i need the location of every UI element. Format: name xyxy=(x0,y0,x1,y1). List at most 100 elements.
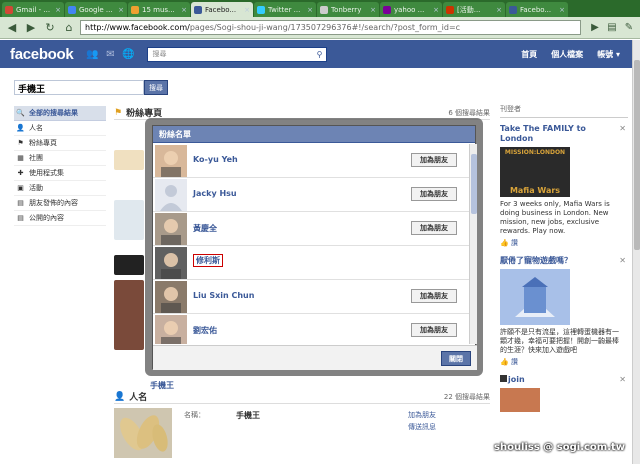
ad2-like[interactable]: 👍 讚 xyxy=(500,357,628,367)
result-send-message-link[interactable]: 傳送訊息 xyxy=(408,422,436,432)
filter-item[interactable]: ▦ 社團 xyxy=(14,151,106,166)
result-name-value[interactable]: 手機王 xyxy=(236,410,260,421)
fan-name[interactable]: Jacky Hsu xyxy=(193,189,237,198)
filter-item-label: 使用程式集 xyxy=(29,169,64,177)
search-query-input[interactable]: 手機王 xyxy=(14,80,144,95)
fan-avatar[interactable] xyxy=(155,213,187,245)
fans-list-panel: 粉絲名單 Ko-yu Yeh 加為朋友 Jacky Hsu 加為朋友 黃慶全 加為朋友 修利… xyxy=(152,125,477,370)
reload-icon[interactable]: ↻ xyxy=(42,20,58,36)
add-friend-button[interactable]: 加為朋友 xyxy=(411,289,457,303)
tab-close-icon[interactable]: × xyxy=(559,6,565,14)
tab-close-icon[interactable]: × xyxy=(496,6,502,14)
close-icon[interactable]: ✕ xyxy=(619,256,626,265)
tab-favicon-icon xyxy=(446,5,454,14)
fan-name[interactable]: 黃慶全 xyxy=(193,223,217,234)
add-friend-button[interactable]: 加為朋友 xyxy=(411,153,457,167)
filter-item-label: 活動 xyxy=(29,184,43,192)
nav-account[interactable]: 帳號 ▾ xyxy=(597,49,620,60)
nav-profile[interactable]: 個人檔案 xyxy=(551,49,583,60)
search-icon[interactable]: ⚲ xyxy=(317,50,323,59)
ad-pet-game: 厭倦了寵物遊戲嗎？ ✕ 許願不是只有流星，這裡轉蛋機器有一顆才幾，幸福可要把握！… xyxy=(500,256,628,367)
ad1-image[interactable]: MISSION:LONDON Mafia Wars xyxy=(500,147,570,197)
fan-row: Liu Sxin Chun 加為朋友 xyxy=(153,280,469,314)
fan-avatar[interactable] xyxy=(155,315,187,344)
page-scrollbar-thumb[interactable] xyxy=(634,60,640,250)
people-icon: 👤 xyxy=(114,391,126,402)
people-result-row: 名稱： 手機王 加為朋友 傳送訊息 xyxy=(114,408,490,458)
ad1-title[interactable]: Take The FAMILY to London xyxy=(500,124,610,144)
search-button[interactable]: 搜尋 xyxy=(144,80,168,95)
browser-tab[interactable]: yahoo ... × xyxy=(380,2,442,17)
ads-header: 刊登者 xyxy=(500,104,628,118)
filter-item[interactable]: ▣ 活動 xyxy=(14,181,106,196)
browser-tab[interactable]: 15 mus... × xyxy=(128,2,190,17)
tab-close-icon[interactable]: × xyxy=(118,6,124,14)
browser-tab[interactable]: Gmail - ... × xyxy=(2,2,64,17)
browser-tab[interactable]: Twitter ... × xyxy=(254,2,316,17)
filter-item-label: 粉絲專頁 xyxy=(29,139,57,147)
browser-tab[interactable]: [活動... × xyxy=(443,2,505,17)
browser-tab[interactable]: Tonberry × xyxy=(317,2,379,17)
filter-item[interactable]: ✚ 使用程式集 xyxy=(14,166,106,181)
tab-close-icon[interactable]: × xyxy=(370,6,376,14)
dialog-scrollbar[interactable] xyxy=(469,144,477,344)
tab-close-icon[interactable]: × xyxy=(55,6,61,14)
filter-item[interactable]: ⚑ 粉絲專頁 xyxy=(14,136,106,151)
facebook-logo[interactable]: facebook xyxy=(10,46,74,63)
filter-item[interactable]: 🔍 全部的搜尋結果 xyxy=(14,106,106,121)
result-add-friend-link[interactable]: 加為朋友 xyxy=(408,410,436,420)
filter-item-icon: ⚑ xyxy=(17,139,24,147)
filter-item-label: 社團 xyxy=(29,154,43,162)
notifications-icon[interactable]: 🌐 xyxy=(121,47,135,61)
add-friend-button[interactable]: 加為朋友 xyxy=(411,187,457,201)
page-icon[interactable]: ▤ xyxy=(605,21,619,35)
add-friend-button[interactable]: 加為朋友 xyxy=(411,323,457,337)
filter-item[interactable]: ▤ 朋友發佈的內容 xyxy=(14,196,106,211)
fan-name[interactable]: Ko-yu Yeh xyxy=(193,155,238,164)
fan-avatar[interactable] xyxy=(155,179,187,211)
ad3-icon xyxy=(500,375,507,382)
ad2-like-label: 讚 xyxy=(510,358,518,366)
add-friend-button[interactable]: 加為朋友 xyxy=(411,221,457,235)
ad3-image[interactable] xyxy=(500,388,540,412)
header-search-placeholder: 搜尋 xyxy=(152,50,167,58)
forward-icon[interactable]: ▶ xyxy=(23,20,39,36)
nav-home[interactable]: 首頁 xyxy=(521,49,537,60)
close-dialog-button[interactable]: 關閉 xyxy=(441,351,471,366)
tab-label: Twitter ... xyxy=(268,5,301,14)
close-icon[interactable]: ✕ xyxy=(619,124,626,133)
url-bar[interactable]: http://www.facebook.com/pages/Sogi-shou-… xyxy=(80,20,581,35)
dialog-scrollbar-thumb[interactable] xyxy=(471,154,477,214)
ad2-image[interactable] xyxy=(500,269,570,325)
fan-avatar[interactable] xyxy=(155,145,187,177)
tab-close-icon[interactable]: × xyxy=(181,6,187,14)
friend-requests-icon[interactable]: 👥 xyxy=(85,47,99,61)
thumbs-up-icon: 👍 xyxy=(500,358,509,366)
fan-avatar[interactable] xyxy=(155,247,187,279)
fan-name[interactable]: 修利斯 xyxy=(193,254,223,267)
wrench-icon[interactable]: ✎ xyxy=(622,21,636,35)
page-scrollbar[interactable] xyxy=(632,40,640,464)
close-icon[interactable]: ✕ xyxy=(619,375,626,384)
browser-tab[interactable]: Facebo... × xyxy=(506,2,568,17)
messages-icon[interactable]: ✉ xyxy=(103,47,117,61)
fan-avatar[interactable] xyxy=(155,281,187,313)
filter-item[interactable]: ▤ 公開的內容 xyxy=(14,211,106,226)
back-icon[interactable]: ◀ xyxy=(4,20,20,36)
fan-row: Jacky Hsu 加為朋友 xyxy=(153,178,469,212)
browser-tab[interactable]: Google ... × xyxy=(65,2,127,17)
tab-close-icon[interactable]: × xyxy=(433,6,439,14)
people-result-photo[interactable] xyxy=(114,408,172,458)
go-icon[interactable]: ▶ xyxy=(588,21,602,35)
ad1-like[interactable]: 👍 讚 xyxy=(500,238,628,248)
filter-item[interactable]: 👤 人名 xyxy=(14,121,106,136)
browser-tab[interactable]: Facebo... × xyxy=(191,2,253,17)
home-icon[interactable]: ⌂ xyxy=(61,20,77,36)
fan-name[interactable]: Liu Sxin Chun xyxy=(193,291,254,300)
tab-close-icon[interactable]: × xyxy=(244,6,250,14)
ad3-title[interactable]: join xyxy=(500,375,610,385)
fan-name[interactable]: 劉宏佑 xyxy=(193,325,217,336)
header-search-input[interactable]: 搜尋 ⚲ xyxy=(147,46,328,62)
ad2-title[interactable]: 厭倦了寵物遊戲嗎？ xyxy=(500,256,610,266)
tab-close-icon[interactable]: × xyxy=(307,6,313,14)
